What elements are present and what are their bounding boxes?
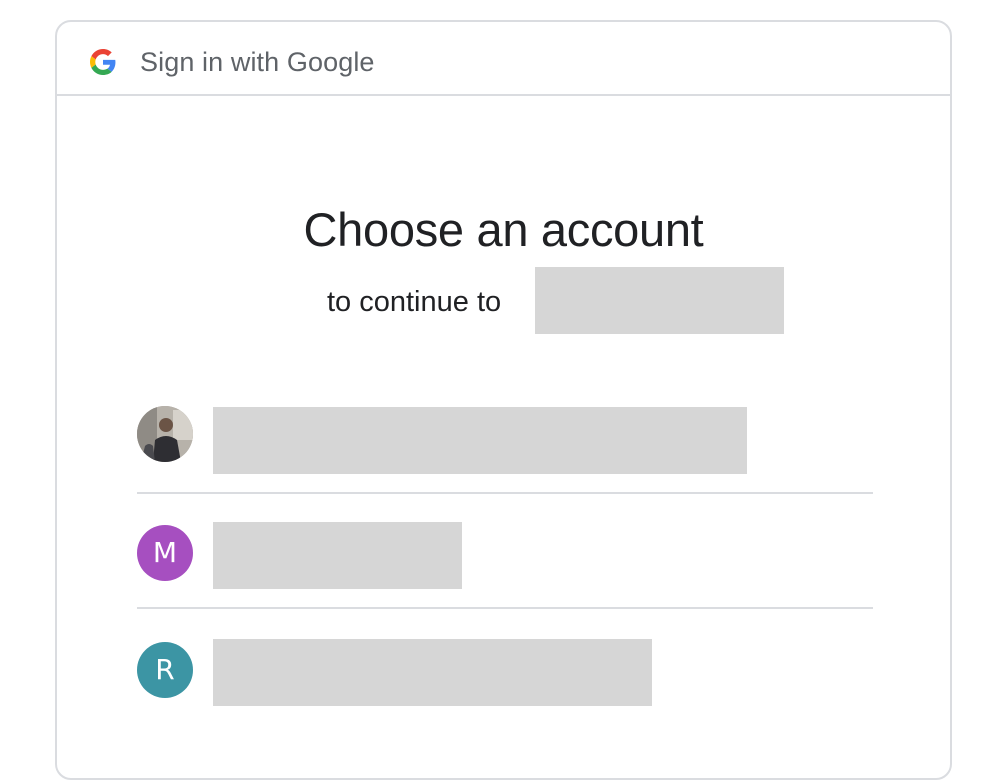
subtitle: to continue to [327,286,502,318]
avatar-initial: R [137,642,193,698]
header-title: Sign in with Google [140,47,375,77]
app-name-redacted [535,267,784,334]
account-name-redacted [213,522,462,589]
google-g-icon [90,49,116,75]
account-name-redacted [213,639,652,706]
avatar-initial: M [137,525,193,581]
account-row-1[interactable] [137,377,873,494]
avatar-photo [137,406,193,462]
account-name-redacted [213,407,747,474]
account-row-2[interactable]: M [137,492,873,609]
page-title: Choose an account [303,203,704,256]
sign-in-card: Sign in with Google Choose an account to… [55,20,952,780]
account-row-3[interactable]: R [137,609,873,724]
card-header: Sign in with Google [57,22,950,96]
